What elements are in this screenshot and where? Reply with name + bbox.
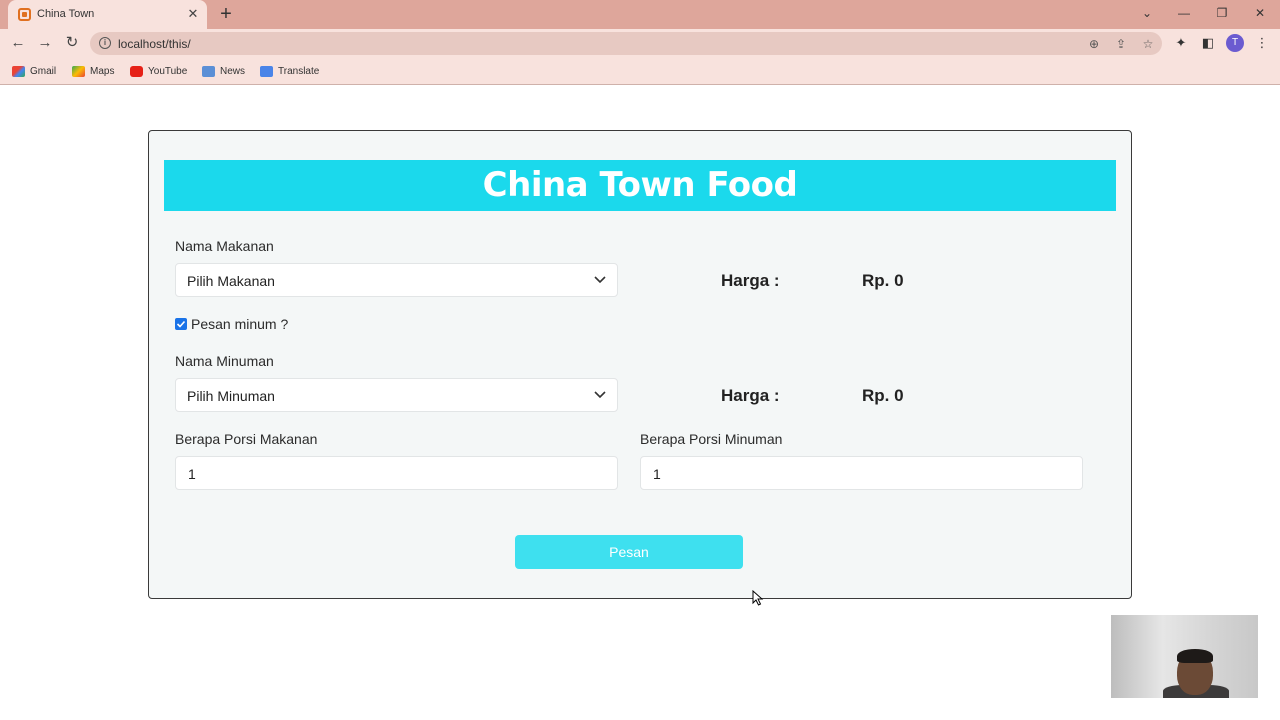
gmail-icon (12, 65, 25, 77)
extensions-icon[interactable]: ✦ (1172, 34, 1190, 52)
forward-icon[interactable]: → (35, 33, 55, 53)
bookmark-translate[interactable]: Translate (260, 64, 319, 78)
drink-price-value: Rp. 0 (862, 386, 904, 405)
drink-portion-input[interactable]: 1 (640, 456, 1083, 490)
tab-search-icon[interactable]: ⌄ (1128, 0, 1166, 29)
back-icon[interactable]: ← (8, 33, 28, 53)
chevron-down-icon (594, 276, 606, 284)
mouse-cursor-icon (752, 590, 764, 606)
profile-avatar[interactable]: T (1226, 34, 1244, 52)
food-select-value: Pilih Makanan (187, 273, 275, 289)
address-bar[interactable]: i localhost/this/ ⊕ ⇪ ☆ (90, 32, 1162, 55)
drink-select-value: Pilih Minuman (187, 388, 275, 404)
bookmark-label: Translate (278, 65, 320, 77)
title-banner: China Town Food (164, 160, 1116, 211)
news-icon (202, 65, 215, 77)
bookmark-gmail[interactable]: Gmail (12, 64, 56, 78)
bookmark-label: Gmail (30, 65, 57, 77)
chevron-down-icon (594, 391, 606, 399)
browser-tab-bar: China Town ✕ + ⌄ — ❐ ✕ (0, 0, 1280, 29)
bookmarks-bar: Gmail Maps YouTube News Translate (0, 57, 1280, 85)
drink-checkbox-label[interactable]: Pesan minum ? (191, 316, 288, 332)
browser-tab[interactable]: China Town ✕ (8, 0, 207, 29)
bookmark-label: Maps (90, 65, 115, 77)
webcam-overlay (1111, 615, 1258, 698)
food-select[interactable]: Pilih Makanan (175, 263, 618, 297)
food-portion-input[interactable]: 1 (175, 456, 618, 490)
drink-select[interactable]: Pilih Minuman (175, 378, 618, 412)
xampp-favicon-icon (18, 8, 31, 21)
maximize-icon[interactable]: ❐ (1203, 0, 1241, 29)
food-portion-value: 1 (188, 466, 196, 482)
site-info-icon[interactable]: i (99, 37, 111, 49)
bookmark-maps[interactable]: Maps (72, 64, 114, 78)
webcam-person-hair (1177, 649, 1213, 663)
youtube-icon (130, 65, 143, 77)
close-tab-icon[interactable]: ✕ (185, 6, 201, 22)
order-button[interactable]: Pesan (515, 535, 743, 569)
new-tab-button[interactable]: + (216, 3, 236, 25)
page-title: China Town Food (482, 165, 798, 205)
bookmark-label: YouTube (148, 65, 188, 77)
reload-icon[interactable]: ↻ (62, 33, 82, 53)
url-text[interactable]: localhost/this/ (118, 37, 191, 51)
order-form-card: China Town Food Nama Makanan Pilih Makan… (148, 130, 1132, 599)
side-panel-icon[interactable]: ◧ (1199, 34, 1217, 52)
maps-icon (72, 65, 85, 77)
menu-icon[interactable]: ⋮ (1253, 34, 1271, 52)
bookmark-label: News (220, 65, 246, 77)
share-icon[interactable]: ⇪ (1113, 36, 1129, 52)
food-portion-label: Berapa Porsi Makanan (175, 431, 318, 447)
checkmark-icon (176, 320, 186, 328)
minimize-icon[interactable]: — (1165, 0, 1203, 29)
drink-price-label: Harga : (721, 386, 780, 405)
food-price-label: Harga : (721, 271, 780, 290)
drink-portion-value: 1 (653, 466, 661, 482)
bookmark-star-icon[interactable]: ☆ (1140, 36, 1156, 52)
zoom-icon[interactable]: ⊕ (1086, 36, 1102, 52)
food-price-value: Rp. 0 (862, 271, 904, 290)
food-label: Nama Makanan (175, 238, 274, 254)
bookmark-youtube[interactable]: YouTube (130, 64, 187, 78)
drink-portion-label: Berapa Porsi Minuman (640, 431, 783, 447)
tab-title: China Town (37, 8, 95, 20)
translate-icon (260, 65, 273, 77)
drink-label: Nama Minuman (175, 353, 274, 369)
close-window-icon[interactable]: ✕ (1241, 0, 1279, 29)
bookmark-news[interactable]: News (202, 64, 245, 78)
browser-toolbar: ← → ↻ i localhost/this/ ⊕ ⇪ ☆ ✦ ◧ T ⋮ (0, 29, 1280, 57)
drink-checkbox[interactable] (175, 318, 187, 330)
